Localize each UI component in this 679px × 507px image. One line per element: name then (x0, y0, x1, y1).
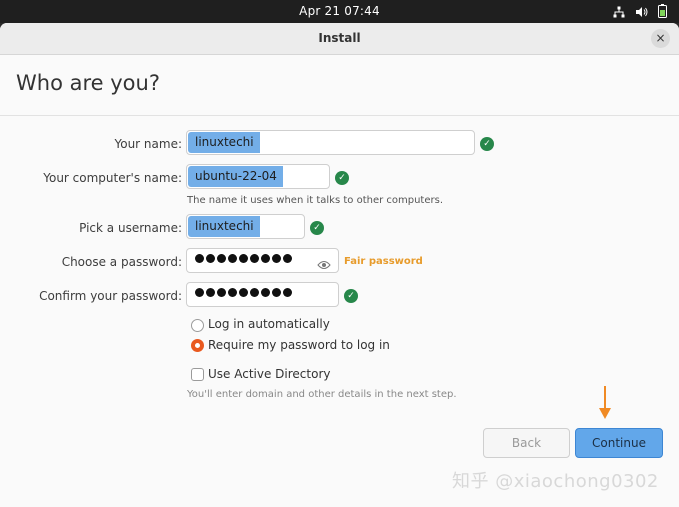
username-label: Pick a username: (79, 221, 182, 235)
active-directory-checkbox[interactable] (191, 368, 204, 381)
battery-icon[interactable] (658, 3, 667, 22)
password-dot (250, 254, 259, 263)
password-mask (195, 254, 292, 263)
network-icon[interactable] (613, 3, 625, 22)
top-bar: Apr 21 07:44 (0, 0, 679, 23)
password-dot (283, 288, 292, 297)
password-dot (217, 254, 226, 263)
password-dot (239, 288, 248, 297)
username-field[interactable]: linuxtechi (186, 214, 305, 239)
installer-window: Install × Who are you? Your name: linuxt… (0, 23, 679, 507)
name-label: Your name: (114, 137, 182, 151)
username-value: linuxtechi (188, 216, 260, 237)
computer-name-valid-check-icon: ✓ (335, 171, 349, 185)
system-tray[interactable] (613, 3, 667, 22)
show-password-eye-icon[interactable] (317, 255, 331, 274)
clock[interactable]: Apr 21 07:44 (0, 4, 679, 18)
title-bar[interactable]: Install × (0, 23, 679, 55)
name-value: linuxtechi (188, 132, 260, 153)
password-dot (195, 288, 204, 297)
back-button[interactable]: Back (483, 428, 570, 458)
password-dot (261, 288, 270, 297)
password-dot (283, 254, 292, 263)
login-automatically-radio[interactable] (191, 319, 204, 332)
close-button[interactable]: × (651, 29, 670, 48)
continue-button[interactable]: Continue (575, 428, 663, 458)
window-title: Install (318, 31, 361, 45)
close-icon: × (655, 31, 666, 45)
password-dot (206, 254, 215, 263)
password-dot (195, 254, 204, 263)
login-automatically-label[interactable]: Log in automatically (208, 317, 330, 331)
divider (0, 115, 679, 116)
password-strength: Fair password (344, 256, 423, 267)
active-directory-label[interactable]: Use Active Directory (208, 367, 330, 381)
password-dot (206, 288, 215, 297)
computer-name-hint: The name it uses when it talks to other … (187, 195, 444, 206)
computer-name-field[interactable]: ubuntu-22-04 (186, 164, 330, 189)
password-dot (228, 288, 237, 297)
confirm-password-mask (195, 288, 292, 297)
confirm-password-field[interactable] (186, 282, 339, 307)
confirm-password-valid-check-icon: ✓ (344, 289, 358, 303)
confirm-password-label: Confirm your password: (39, 289, 182, 303)
username-valid-check-icon: ✓ (310, 221, 324, 235)
name-field[interactable]: linuxtechi (186, 130, 475, 155)
password-dot (272, 254, 281, 263)
arrow-down-icon (598, 386, 612, 426)
page-title: Who are you? (16, 71, 160, 95)
password-dot (228, 254, 237, 263)
computer-name-value: ubuntu-22-04 (188, 166, 283, 187)
password-label: Choose a password: (61, 255, 182, 269)
password-field[interactable] (186, 248, 339, 273)
volume-icon[interactable] (635, 3, 648, 22)
password-dot (272, 288, 281, 297)
name-valid-check-icon: ✓ (480, 137, 494, 151)
active-directory-note: You'll enter domain and other details in… (187, 389, 457, 400)
watermark: 知乎 @xiaochong0302 (452, 471, 659, 492)
password-dot (217, 288, 226, 297)
computer-name-label: Your computer's name: (43, 171, 182, 185)
password-dot (261, 254, 270, 263)
password-dot (239, 254, 248, 263)
require-password-radio[interactable] (191, 339, 204, 352)
password-dot (250, 288, 259, 297)
require-password-label[interactable]: Require my password to log in (208, 338, 390, 352)
